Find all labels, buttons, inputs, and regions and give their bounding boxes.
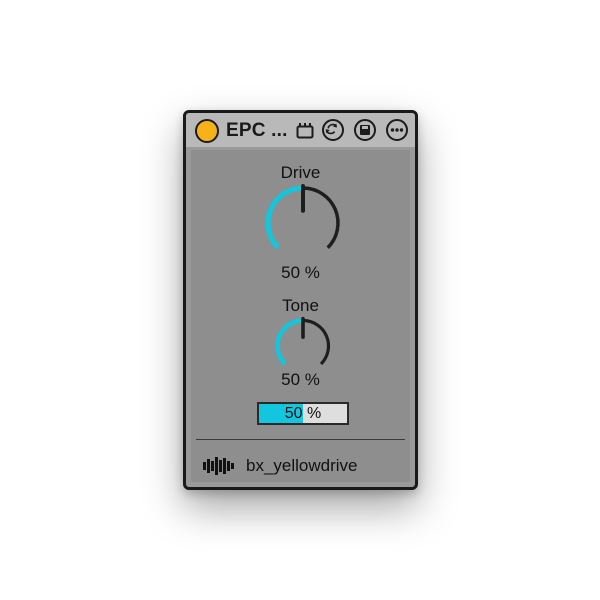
tone-label: Tone xyxy=(282,296,319,315)
device-title: EPC ... xyxy=(226,120,288,141)
drive-value: 50 % xyxy=(281,263,320,282)
device-panel: Drive 50 % Tone 50 % 50 % bx_yellowdrive xyxy=(191,150,410,482)
clip-icon[interactable] xyxy=(296,123,314,139)
mix-slider-value: 50 % xyxy=(284,405,322,422)
device-titlebar[interactable]: EPC ... xyxy=(186,113,415,147)
device-name: bx_yellowdrive xyxy=(246,456,358,475)
drive-label: Drive xyxy=(280,163,321,182)
tone-knob[interactable] xyxy=(273,316,333,376)
knob-track xyxy=(302,186,340,249)
power-button[interactable] xyxy=(195,119,219,143)
more-icon[interactable] xyxy=(386,119,408,141)
device-window: EPC ... Drive 50 % Tone 50 % 50 % bx_yel… xyxy=(183,110,418,490)
footer-divider xyxy=(196,439,405,440)
waveform-icon xyxy=(203,457,234,475)
drive-knob[interactable] xyxy=(263,183,343,263)
tone-value: 50 % xyxy=(281,370,320,389)
save-icon[interactable] xyxy=(354,119,376,141)
knob-value-arc xyxy=(265,185,304,250)
refresh-icon[interactable] xyxy=(322,119,344,141)
knob-value-arc xyxy=(275,318,304,366)
knob-track xyxy=(302,318,331,366)
mix-slider[interactable]: 50 % xyxy=(257,402,349,425)
